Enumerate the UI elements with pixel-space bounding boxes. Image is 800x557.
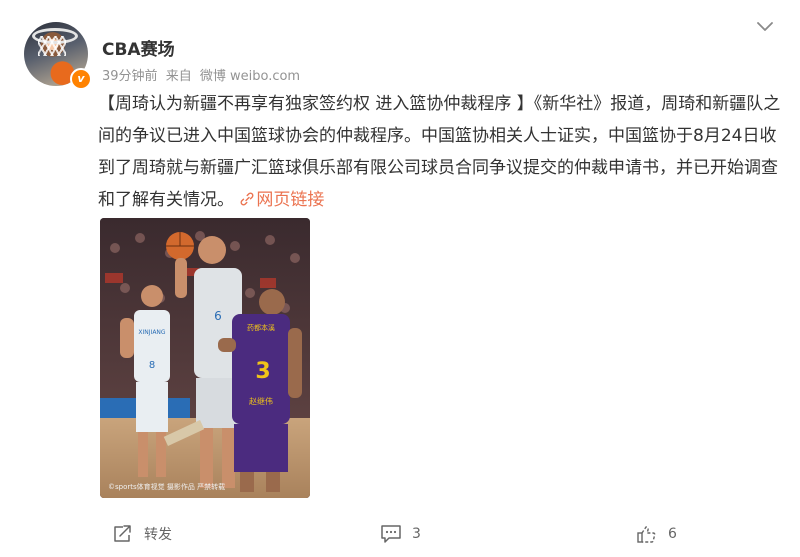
account-name[interactable]: CBA赛场 bbox=[102, 35, 175, 60]
jersey-sponsor-front: 药都本溪 bbox=[247, 323, 275, 332]
like-button[interactable]: 6 bbox=[636, 518, 677, 550]
repost-icon bbox=[114, 525, 131, 542]
action-bar: 转发 3 6 bbox=[0, 518, 800, 550]
comment-button[interactable]: 3 bbox=[380, 518, 421, 550]
jersey-number-back: 6 bbox=[214, 309, 222, 323]
jersey-number-front: 3 bbox=[255, 359, 270, 384]
chevron-down-icon[interactable] bbox=[754, 16, 776, 38]
basketball-photo: XINJIANG 8 6 药都本溪 3 赵继伟 bbox=[100, 218, 310, 498]
post-photo[interactable]: XINJIANG 8 6 药都本溪 3 赵继伟 ©sports体育视觉 摄影作品… bbox=[100, 218, 310, 498]
source-prefix: 来自 bbox=[165, 69, 192, 84]
comment-count: 3 bbox=[412, 526, 421, 542]
web-link-label: 网页链接 bbox=[256, 190, 325, 210]
verified-badge-icon: v bbox=[70, 68, 92, 90]
post-time[interactable]: 39分钟前 bbox=[102, 69, 158, 84]
like-icon bbox=[637, 526, 656, 543]
jersey-number-left: 8 bbox=[149, 360, 155, 371]
post-source: 微博 weibo.com bbox=[199, 69, 301, 84]
comment-icon bbox=[381, 525, 401, 543]
net-graphic bbox=[38, 36, 66, 56]
jersey-text-left: XINJIANG bbox=[138, 329, 166, 336]
photo-watermark: ©sports体育视觉 摄影作品 严禁转载 bbox=[108, 483, 226, 491]
jersey-name-front: 赵继伟 bbox=[249, 396, 273, 406]
like-count: 6 bbox=[668, 526, 677, 542]
web-link[interactable]: 网页链接 bbox=[239, 190, 324, 210]
link-icon bbox=[241, 192, 254, 206]
post-text: 【周琦认为新疆不再享有独家签约权 进入篮协仲裁程序 】《新华社》报道，周琦和新疆… bbox=[98, 88, 788, 216]
post-meta: 39分钟前 来自 微博 weibo.com bbox=[102, 65, 304, 84]
post-body: 【周琦认为新疆不再享有独家签约权 进入篮协仲裁程序 】《新华社》报道，周琦和新疆… bbox=[98, 94, 781, 210]
repost-label: 转发 bbox=[144, 527, 172, 543]
repost-button[interactable]: 转发 bbox=[112, 518, 172, 550]
